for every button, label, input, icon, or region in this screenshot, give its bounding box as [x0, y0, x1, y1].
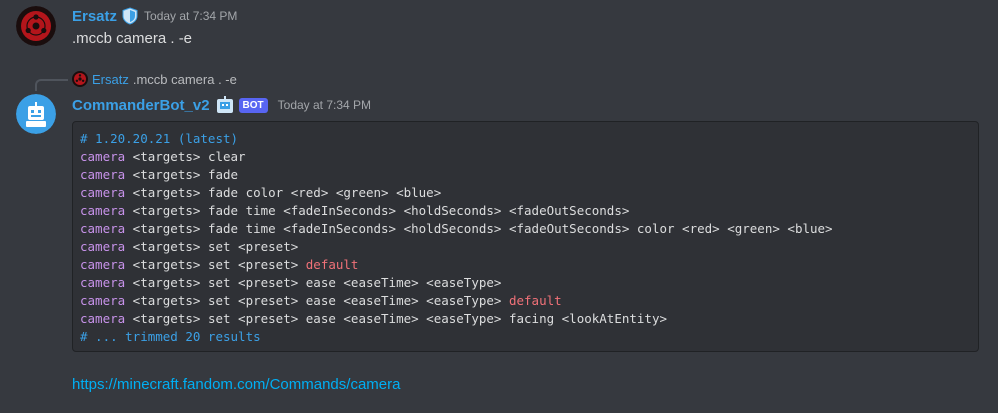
code-literal: default [305, 257, 359, 272]
code-text: <targets> fade [125, 167, 239, 182]
code-comment: # 1.20.20.21 (latest) [80, 131, 239, 146]
code-text: <targets> fade time <fadeInSeconds> <hol… [125, 221, 833, 236]
code-keyword: camera [80, 221, 126, 236]
code-keyword: camera [80, 257, 126, 272]
bot-tag: BOT [238, 97, 268, 113]
code-text: <targets> set <preset> ease <easeTime> <… [125, 311, 668, 326]
code-keyword: camera [80, 239, 126, 254]
code-line: camera <targets> fade time <fadeInSecond… [80, 220, 971, 238]
author-name[interactable]: CommanderBot_v2 [72, 97, 210, 114]
code-text: <targets> set <preset> [125, 257, 306, 272]
code-line: camera <targets> clear [80, 148, 971, 166]
code-text: <targets> fade time <fadeInSeconds> <hol… [125, 203, 630, 218]
code-text: <targets> set <preset> ease <easeTime> <… [125, 275, 502, 290]
code-keyword: camera [80, 167, 126, 182]
sharingan-avatar-icon[interactable] [16, 6, 56, 46]
timestamp: Today at 7:34 PM [277, 98, 372, 112]
code-keyword: camera [80, 311, 126, 326]
code-line: camera <targets> set <preset> default [80, 256, 971, 274]
timestamp: Today at 7:34 PM [144, 9, 238, 23]
robot-badge-icon[interactable] [215, 95, 235, 115]
code-line: camera <targets> set <preset> ease <ease… [80, 310, 971, 328]
code-keyword: camera [80, 185, 126, 200]
code-text: <targets> fade color <red> <green> <blue… [125, 185, 442, 200]
wiki-link[interactable]: https://minecraft.fandom.com/Commands/ca… [72, 376, 400, 393]
code-line: camera <targets> fade color <red> <green… [80, 184, 971, 202]
reply-spine [35, 79, 68, 91]
code-text: <targets> set <preset> ease <easeTime> <… [125, 293, 509, 308]
code-keyword: camera [80, 293, 126, 308]
code-line: # 1.20.20.21 (latest) [80, 130, 971, 148]
code-keyword: camera [80, 149, 126, 164]
robot-avatar-icon[interactable] [16, 94, 56, 134]
sharingan-avatar-icon [72, 71, 88, 87]
reply-author[interactable]: Ersatz [92, 72, 129, 87]
code-keyword: camera [80, 203, 126, 218]
author-name[interactable]: Ersatz [72, 8, 117, 25]
code-comment: # ... trimmed 20 results [80, 329, 261, 344]
code-line: camera <targets> fade time <fadeInSecond… [80, 202, 971, 220]
reply-reference[interactable]: Ersatz .mccb camera . -e [72, 71, 237, 87]
code-literal: default [508, 293, 562, 308]
code-line: # ... trimmed 20 results [80, 328, 971, 346]
shield-icon[interactable] [122, 7, 138, 25]
code-text: <targets> clear [125, 149, 246, 164]
code-line: camera <targets> set <preset> [80, 238, 971, 256]
reply-text[interactable]: .mccb camera . -e [133, 72, 237, 87]
code-block[interactable]: # 1.20.20.21 (latest) camera <targets> cl… [72, 121, 979, 352]
code-line: camera <targets> set <preset> ease <ease… [80, 274, 971, 292]
code-line: camera <targets> fade [80, 166, 971, 184]
message-content: .mccb camera . -e [72, 30, 193, 47]
code-text: <targets> set <preset> [125, 239, 299, 254]
code-keyword: camera [80, 275, 126, 290]
code-line: camera <targets> set <preset> ease <ease… [80, 292, 971, 310]
